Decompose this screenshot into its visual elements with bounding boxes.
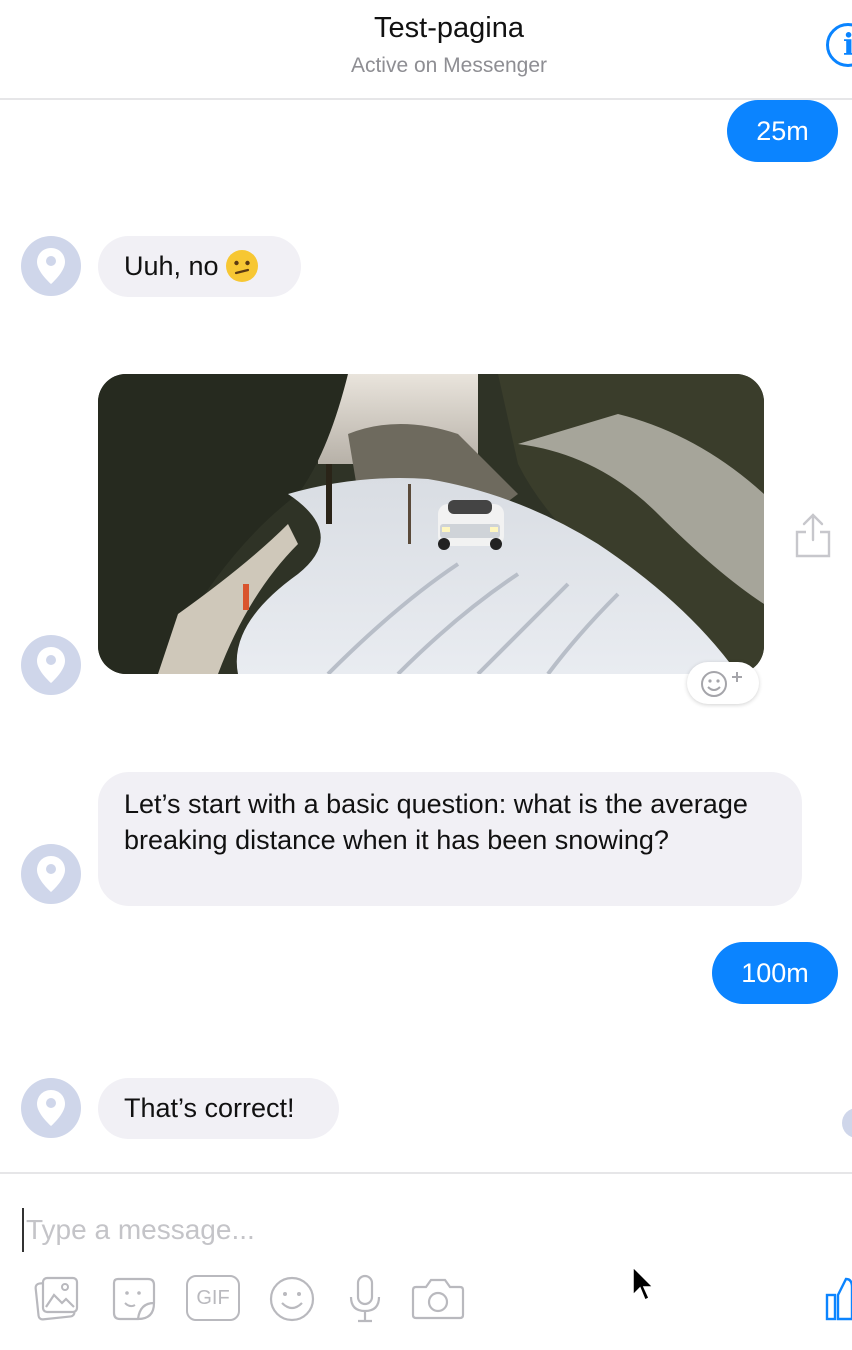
mouse-cursor-icon xyxy=(632,1265,655,1302)
page-avatar[interactable] xyxy=(21,1078,81,1138)
confused-face-emoji xyxy=(225,249,258,282)
page-avatar[interactable] xyxy=(21,236,81,296)
microphone-icon[interactable] xyxy=(346,1273,384,1325)
seen-indicator-avatar xyxy=(842,1108,852,1138)
outgoing-message[interactable]: 25m xyxy=(727,100,838,162)
add-reaction-icon xyxy=(701,671,742,697)
like-icon[interactable] xyxy=(824,1273,852,1321)
location-pin-icon xyxy=(37,647,65,683)
outgoing-message[interactable]: 100m xyxy=(712,942,838,1004)
location-pin-icon xyxy=(37,856,65,892)
snowy-road-rally-car-gif xyxy=(98,374,764,674)
page-avatar[interactable] xyxy=(21,844,81,904)
page-title: Test-pagina xyxy=(374,12,524,44)
active-status: Active on Messenger xyxy=(350,54,548,77)
gif-icon[interactable]: GIF xyxy=(186,1275,240,1321)
sticker-icon[interactable] xyxy=(108,1273,160,1325)
message-input[interactable] xyxy=(22,1208,726,1252)
emoji-icon[interactable] xyxy=(266,1273,318,1325)
gif-image-message[interactable] xyxy=(98,374,764,674)
message-text: That’s correct! xyxy=(124,1093,295,1123)
message-text: Let’s start with a basic question: what … xyxy=(124,789,748,855)
incoming-message[interactable]: Uuh, no xyxy=(98,236,301,297)
share-icon[interactable] xyxy=(794,512,832,558)
photo-icon[interactable] xyxy=(32,1273,82,1323)
composer-divider xyxy=(0,1172,852,1174)
message-text: Uuh, no xyxy=(124,251,219,281)
location-pin-icon xyxy=(37,248,65,284)
page-avatar[interactable] xyxy=(21,635,81,695)
camera-icon[interactable] xyxy=(410,1273,466,1325)
incoming-message[interactable]: That’s correct! xyxy=(98,1078,339,1139)
location-pin-icon xyxy=(37,1090,65,1126)
chat-header: Test-pagina Active on Messenger i xyxy=(0,0,852,100)
add-reaction-button[interactable] xyxy=(687,662,759,704)
incoming-message[interactable]: Let’s start with a basic question: what … xyxy=(98,772,802,906)
